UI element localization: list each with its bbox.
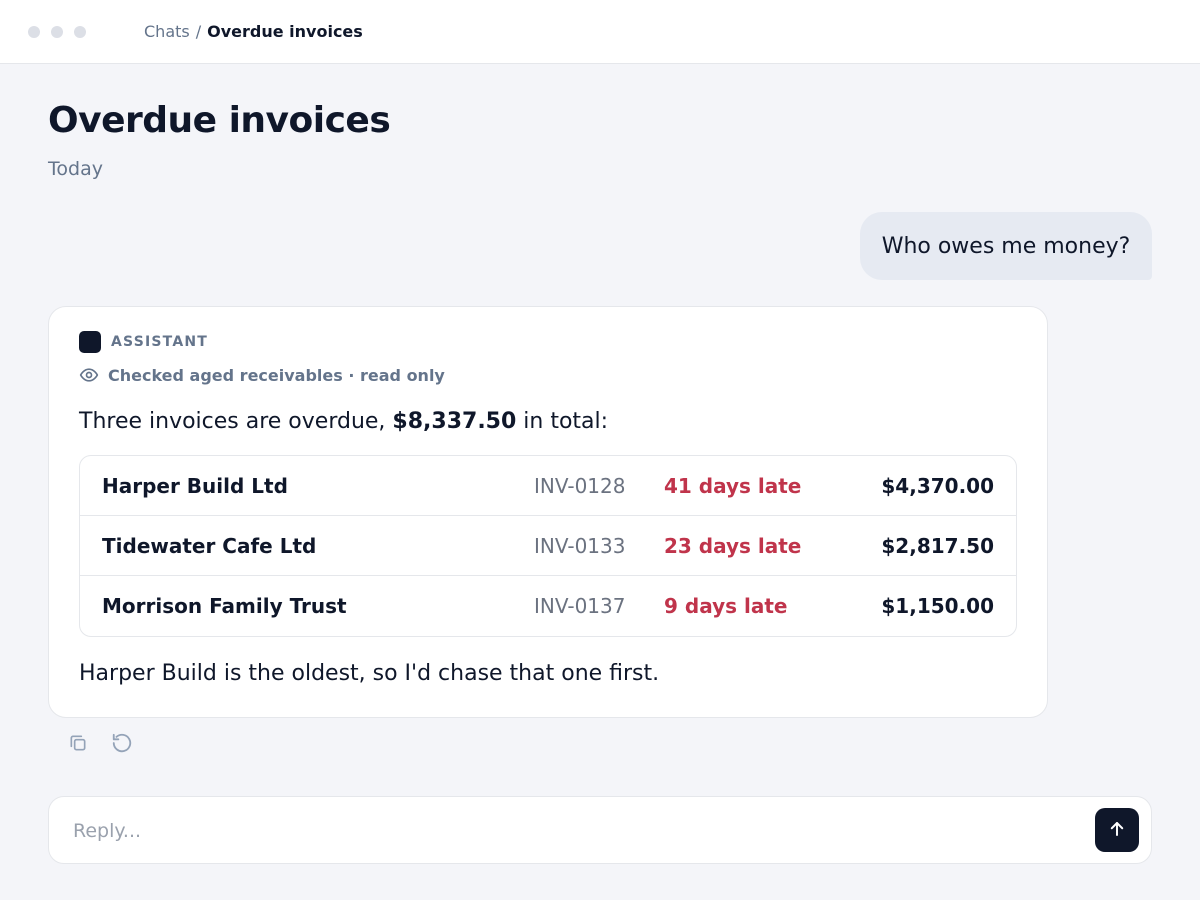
- user-message-bubble: Who owes me money?: [860, 212, 1152, 280]
- regenerate-icon: [111, 732, 133, 758]
- assistant-label: ASSISTANT: [111, 334, 209, 350]
- table-row[interactable]: Tidewater Cafe Ltd INV-0133 23 days late…: [80, 516, 1016, 576]
- copy-button[interactable]: [66, 733, 90, 757]
- breadcrumb-separator: /: [195, 22, 202, 41]
- assistant-intro: Three invoices are overdue, $8,337.50 in…: [79, 409, 608, 434]
- invoice-amount: $1,150.00: [881, 594, 994, 618]
- assistant-header: ASSISTANT: [79, 331, 208, 353]
- total-overdue-amount: $8,337.50: [392, 409, 517, 434]
- assistant-message-card: ASSISTANT Checked aged receivables · rea…: [48, 306, 1048, 718]
- copy-icon: [68, 733, 88, 757]
- assistant-summary: Harper Build is the oldest, so I'd chase…: [79, 661, 660, 686]
- intro-text-after: in total:: [516, 409, 609, 434]
- window-dot-maximize[interactable]: [74, 25, 86, 38]
- regenerate-button[interactable]: [110, 733, 134, 757]
- table-row[interactable]: Morrison Family Trust INV-0137 9 days la…: [80, 576, 1016, 636]
- tool-activity-text: Checked aged receivables · read only: [108, 365, 445, 385]
- user-message-text: Who owes me money?: [881, 233, 1131, 259]
- invoice-days-late: 9 days late: [664, 594, 788, 618]
- message-actions: [66, 733, 134, 757]
- invoice-amount: $2,817.50: [881, 533, 994, 558]
- invoice-days-late: 23 days late: [664, 533, 802, 558]
- intro-text-before: Three invoices are overdue,: [79, 409, 393, 434]
- table-row[interactable]: Harper Build Ltd INV-0128 41 days late $…: [80, 456, 1016, 516]
- page-title: Overdue invoices: [48, 100, 391, 141]
- reply-composer: [48, 796, 1152, 864]
- window-dot-close[interactable]: [28, 25, 40, 38]
- invoice-amount: $4,370.00: [881, 473, 994, 498]
- invoice-days-late: 41 days late: [664, 473, 802, 498]
- window-dot-minimize[interactable]: [51, 25, 63, 38]
- overdue-invoice-table: Harper Build Ltd INV-0128 41 days late $…: [79, 455, 1017, 637]
- breadcrumb: Chats / Overdue invoices: [144, 22, 363, 41]
- invoice-number: INV-0128: [534, 473, 626, 498]
- invoice-customer: Morrison Family Trust: [102, 594, 347, 618]
- breadcrumb-chats-link[interactable]: Chats: [144, 22, 190, 41]
- arrow-up-icon: [1108, 820, 1126, 841]
- assistant-avatar: [79, 331, 101, 353]
- tool-activity: Checked aged receivables · read only: [79, 365, 445, 385]
- eye-icon: [79, 365, 99, 385]
- top-bar: Chats / Overdue invoices: [0, 0, 1200, 64]
- invoice-number: INV-0137: [534, 594, 626, 618]
- page-date: Today: [48, 158, 103, 180]
- send-button[interactable]: [1095, 808, 1139, 852]
- reply-input[interactable]: [73, 811, 1073, 851]
- invoice-customer: Tidewater Cafe Ltd: [102, 533, 317, 558]
- invoice-customer: Harper Build Ltd: [102, 473, 288, 498]
- breadcrumb-current: Overdue invoices: [207, 22, 363, 41]
- invoice-number: INV-0133: [534, 533, 626, 558]
- window-controls: [28, 25, 86, 38]
